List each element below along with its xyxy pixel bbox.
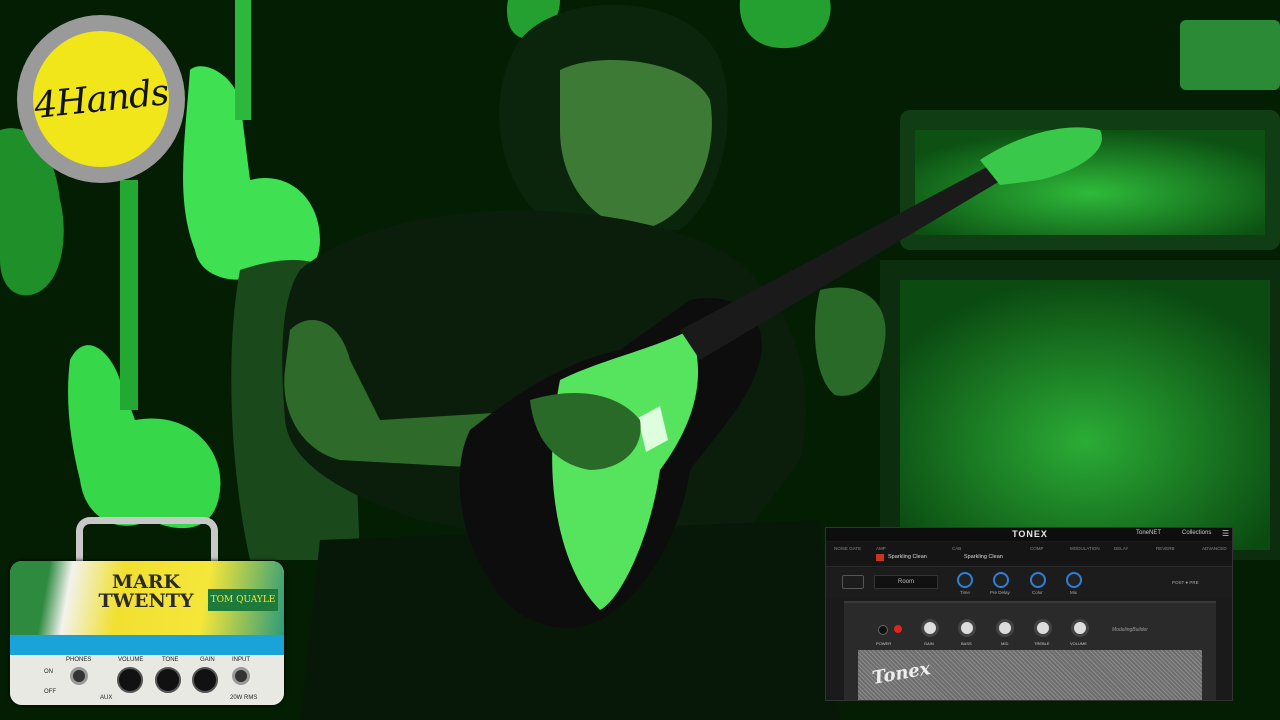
chain-comp[interactable]: COMP (1030, 546, 1044, 551)
amp-label-gain: GAIN (200, 657, 215, 663)
amp-maker-plate: ModelingBuilder (1112, 627, 1148, 633)
post-label: POST (1172, 580, 1185, 585)
amp-module-indicator (876, 554, 884, 561)
power-switch[interactable] (878, 625, 888, 635)
time-label: Time (960, 590, 970, 595)
amp-label-off: OFF (44, 689, 56, 695)
gain-label: GAIN (924, 641, 934, 646)
tone-knob (155, 667, 181, 693)
post-pre-toggle[interactable]: POST ● PRE (1172, 580, 1199, 585)
logo-badge: 4Hands (31, 31, 171, 167)
collections-link[interactable]: Collections (1182, 530, 1211, 536)
gain-knob-visual[interactable] (921, 619, 939, 637)
mid-knob[interactable] (996, 619, 1014, 637)
amp-title: MARK TWENTY (96, 573, 196, 611)
volume-knob-visual[interactable] (1071, 619, 1089, 637)
power-label: POWER (876, 641, 892, 646)
pre-delay-label: Pre Delay (990, 590, 1010, 595)
amp-title-line2: TWENTY (98, 590, 194, 612)
menu-icon[interactable]: ☰ (1222, 529, 1229, 538)
color-knob[interactable] (1030, 572, 1046, 588)
bass-label: BASS (961, 641, 972, 646)
mid-label: MID (1001, 641, 1009, 646)
treble-label: TREBLE (1034, 641, 1050, 646)
pre-label: PRE (1189, 580, 1199, 585)
amp-head-image: MARK TWENTY TOM QUAYLE PHONES VOLUME TON… (10, 517, 286, 705)
volume-label: VOLUME (1070, 641, 1087, 646)
reverb-controls: Room Time Pre Delay Color Mix POST ● PRE (826, 568, 1232, 598)
module-power-button[interactable] (842, 575, 864, 589)
amp-control-panel: PHONES VOLUME TONE GAIN INPUT ON OFF AUX… (10, 655, 284, 705)
chain-noise-gate[interactable]: NOISE GATE (834, 546, 861, 551)
amp-label-aux: AUX (100, 695, 113, 701)
cab-preset[interactable]: Sparkling Clean (964, 554, 1003, 560)
reverb-type-select[interactable]: Room (874, 575, 938, 589)
time-knob[interactable] (957, 572, 973, 588)
phones-jack (70, 667, 88, 685)
color-label: Color (1032, 590, 1043, 595)
tonex-brand: TONEX (1012, 529, 1048, 539)
volume-knob (117, 667, 143, 693)
tonenet-link[interactable]: ToneNET (1136, 530, 1161, 536)
chain-reverb[interactable]: REVERB (1156, 546, 1175, 551)
chain-delay[interactable]: DELAY (1114, 546, 1128, 551)
amp-label-phones: PHONES (66, 657, 92, 663)
mix-label: Mix (1070, 590, 1077, 595)
amp-body: MARK TWENTY TOM QUAYLE PHONES VOLUME TON… (10, 561, 284, 705)
power-lamp (894, 625, 902, 633)
amp-signature-badge: TOM QUAYLE (208, 589, 278, 611)
pre-delay-knob[interactable] (993, 572, 1009, 588)
treble-knob[interactable] (1034, 619, 1052, 637)
chain-advanced[interactable]: ADVANCED (1202, 546, 1227, 551)
tonex-title-bar: TONEX ToneNET Collections ☰ (826, 528, 1232, 541)
logo-text: 4Hands (31, 71, 171, 127)
amp-preset[interactable]: Sparkling Clean (888, 554, 927, 560)
amp-label-input: INPUT (232, 657, 250, 663)
amp-label-on: ON (44, 669, 53, 675)
amp-visual: POWER GAIN BASS MID TREBLE VOLUME Modeli… (844, 601, 1216, 700)
gain-knob (192, 667, 218, 693)
chain-cab[interactable]: CAB (952, 546, 961, 551)
input-jack (232, 667, 250, 685)
bass-knob[interactable] (958, 619, 976, 637)
amp-stripe (10, 635, 284, 655)
chain-modulation[interactable]: MODULATION (1070, 546, 1100, 551)
mix-knob[interactable] (1066, 572, 1082, 588)
chain-amp[interactable]: AMP (876, 546, 886, 551)
amp-label-power: 20W RMS (230, 695, 258, 701)
amp-label-volume: VOLUME (118, 657, 144, 663)
tonex-plugin-panel: TONEX ToneNET Collections ☰ NOISE GATE A… (825, 527, 1233, 701)
channel-logo: 4Hands (17, 15, 185, 183)
amp-label-tone: TONE (162, 657, 179, 663)
signal-chain: NOISE GATE AMP Sparkling Clean CAB Spark… (826, 542, 1232, 567)
